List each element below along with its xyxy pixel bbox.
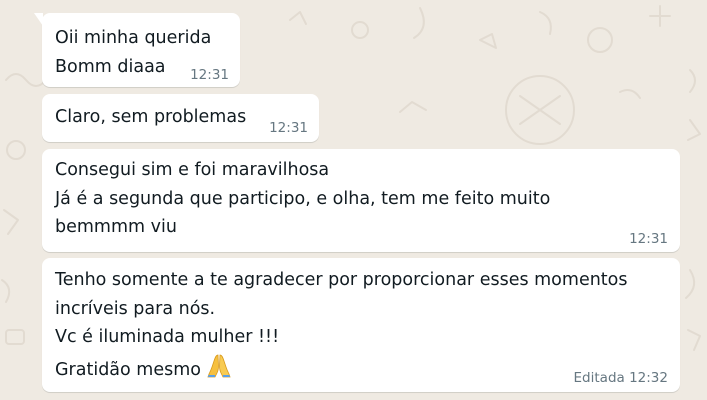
message-timestamp: 12:31 bbox=[190, 67, 229, 83]
message-text: Consegui sim e foi maravilhosa Já é a se… bbox=[55, 160, 551, 237]
message-bubble[interactable]: Oii minha querida Bomm diaaa 12:31 bbox=[34, 13, 240, 87]
message-bubble[interactable]: Tenho somente a te agradecer por proporc… bbox=[42, 258, 680, 392]
message-timestamp: 12:31 bbox=[269, 120, 308, 136]
folded-hands-icon bbox=[207, 354, 231, 377]
message-timestamp: Editada 12:32 bbox=[573, 370, 668, 386]
message-content: Tenho somente a te agradecer por proporc… bbox=[55, 266, 667, 384]
message-bubble[interactable]: Claro, sem problemas 12:31 bbox=[42, 94, 319, 142]
message-bubble[interactable]: Consegui sim e foi maravilhosa Já é a se… bbox=[42, 149, 680, 252]
chat-message-list: Oii minha querida Bomm diaaa 12:31 Claro… bbox=[0, 0, 707, 400]
bubble-tail bbox=[34, 13, 43, 26]
message-timestamp: 12:31 bbox=[629, 231, 668, 247]
message-text: Tenho somente a te agradecer por proporc… bbox=[55, 270, 628, 380]
